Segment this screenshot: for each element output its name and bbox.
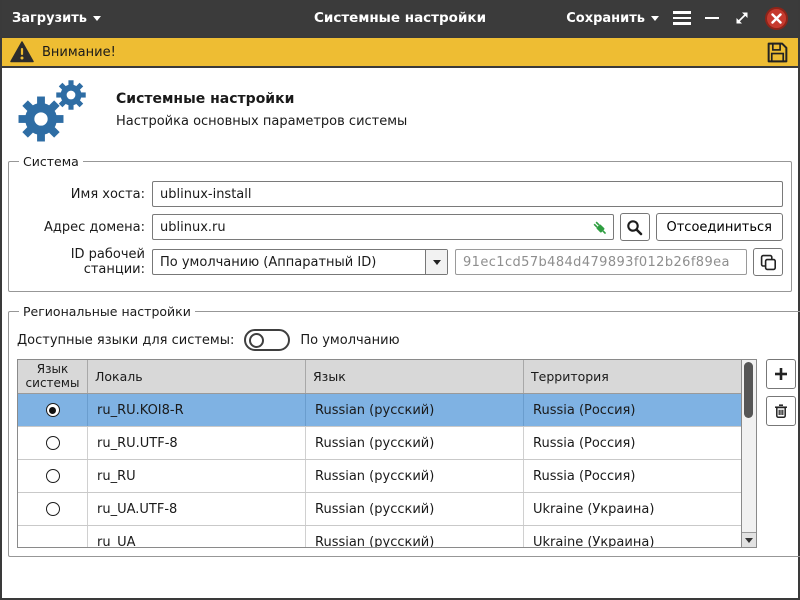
system-language-radio[interactable] xyxy=(46,436,60,450)
domain-label: Адрес домена: xyxy=(17,220,145,235)
page-subtitle: Настройка основных параметров системы xyxy=(116,114,407,129)
col-header-locale[interactable]: Локаль xyxy=(88,360,306,393)
cell-territory: Ukraine (Украина) xyxy=(524,493,741,525)
station-id-selected-value: По умолчанию (Аппаратный ID) xyxy=(153,255,425,270)
close-icon xyxy=(771,13,782,24)
table-row[interactable]: ru_RU.KOI8-R Russian (русский) Russia (Р… xyxy=(18,394,741,427)
col-header-system-language[interactable]: Язык системы xyxy=(18,360,88,393)
maximize-button[interactable] xyxy=(733,9,751,27)
table-row[interactable]: ru_RU Russian (русский) Russia (Россия) xyxy=(18,460,741,493)
cell-locale: ru_RU.KOI8-R xyxy=(88,394,306,426)
gears-icon xyxy=(14,78,96,142)
scroll-down-button[interactable] xyxy=(742,532,756,547)
search-domain-button[interactable] xyxy=(620,213,650,241)
cell-territory: Russia (Россия) xyxy=(524,394,741,426)
system-group: Система Имя хоста: Адрес домена: xyxy=(8,154,792,292)
cell-language: Russian (русский) xyxy=(306,493,524,525)
regional-group-legend: Региональные настройки xyxy=(19,304,195,319)
cell-locale: ru_RU xyxy=(88,460,306,492)
cell-territory: Russia (Россия) xyxy=(524,427,741,459)
table-row[interactable]: ru_UA Russian (русский) Ukraine (Украина… xyxy=(18,526,741,547)
save-file-icon[interactable] xyxy=(765,40,790,65)
cell-locale: ru_UA.UTF-8 xyxy=(88,493,306,525)
cell-language: Russian (русский) xyxy=(306,427,524,459)
station-id-label: ID рабочей станции: xyxy=(17,247,145,277)
scrollbar-thumb[interactable] xyxy=(744,362,753,418)
available-languages-label: Доступные языки для системы: xyxy=(17,333,234,348)
app-window: Системные настройки Загрузить Сохранить xyxy=(0,0,800,600)
minimize-button[interactable] xyxy=(705,17,719,20)
add-locale-button[interactable] xyxy=(766,359,796,389)
page-title: Системные настройки xyxy=(116,91,407,107)
regional-group: Региональные настройки Доступные языки д… xyxy=(8,304,800,557)
arrow-down-icon xyxy=(745,538,753,543)
load-button[interactable]: Загрузить xyxy=(12,11,101,26)
disconnect-button[interactable]: Отсоединиться xyxy=(656,213,784,241)
default-toggle-label: По умолчанию xyxy=(300,333,399,348)
chevron-down-icon xyxy=(433,260,441,265)
chevron-down-icon xyxy=(93,16,101,21)
minimize-icon xyxy=(705,17,719,20)
warning-icon xyxy=(10,41,34,63)
cell-language: Russian (русский) xyxy=(306,460,524,492)
delete-locale-button[interactable] xyxy=(766,396,796,426)
combo-dropdown-button[interactable] xyxy=(425,250,447,274)
domain-input[interactable] xyxy=(152,214,614,240)
copy-id-button[interactable] xyxy=(753,248,783,276)
trash-icon xyxy=(773,403,789,419)
chevron-down-icon xyxy=(651,16,659,21)
cell-language: Russian (русский) xyxy=(306,526,524,547)
station-id-select[interactable]: По умолчанию (Аппаратный ID) xyxy=(152,249,448,275)
save-button-label: Сохранить xyxy=(566,11,645,26)
load-button-label: Загрузить xyxy=(12,11,87,26)
toggle-knob xyxy=(249,333,264,348)
vertical-scrollbar[interactable] xyxy=(741,360,756,547)
plus-icon xyxy=(773,366,789,382)
hostname-label: Имя хоста: xyxy=(17,187,145,202)
page-header: Системные настройки Настройка основных п… xyxy=(2,68,798,150)
default-language-toggle[interactable] xyxy=(244,329,290,351)
cell-locale: ru_RU.UTF-8 xyxy=(88,427,306,459)
cell-territory: Russia (Россия) xyxy=(524,460,741,492)
col-header-territory[interactable]: Территория xyxy=(524,360,741,393)
cell-territory: Ukraine (Украина) xyxy=(524,526,741,547)
plug-connected-icon xyxy=(590,218,609,237)
search-icon xyxy=(626,219,643,236)
expand-icon xyxy=(733,9,751,27)
system-language-radio[interactable] xyxy=(46,502,60,516)
col-header-language[interactable]: Язык xyxy=(306,360,524,393)
menu-button[interactable] xyxy=(673,11,691,25)
table-header-row: Язык системы Локаль Язык Территория xyxy=(18,360,741,394)
warning-bar: Внимание! xyxy=(2,36,798,68)
system-language-radio[interactable] xyxy=(46,469,60,483)
system-language-radio[interactable] xyxy=(46,403,60,417)
titlebar: Системные настройки Загрузить Сохранить xyxy=(2,0,798,36)
locales-table: Язык системы Локаль Язык Территория ru_R… xyxy=(17,359,757,548)
warning-text: Внимание! xyxy=(42,45,116,60)
hamburger-icon xyxy=(673,11,691,25)
copy-icon xyxy=(760,254,777,271)
cell-locale: ru_UA xyxy=(88,526,306,547)
cell-language: Russian (русский) xyxy=(306,394,524,426)
table-row[interactable]: ru_UA.UTF-8 Russian (русский) Ukraine (У… xyxy=(18,493,741,526)
table-row[interactable]: ru_RU.UTF-8 Russian (русский) Russia (Ро… xyxy=(18,427,741,460)
hostname-input[interactable] xyxy=(152,181,783,207)
close-button[interactable] xyxy=(765,7,788,30)
system-group-legend: Система xyxy=(19,154,83,169)
hardware-id-field xyxy=(455,249,747,275)
save-button[interactable]: Сохранить xyxy=(566,11,659,26)
